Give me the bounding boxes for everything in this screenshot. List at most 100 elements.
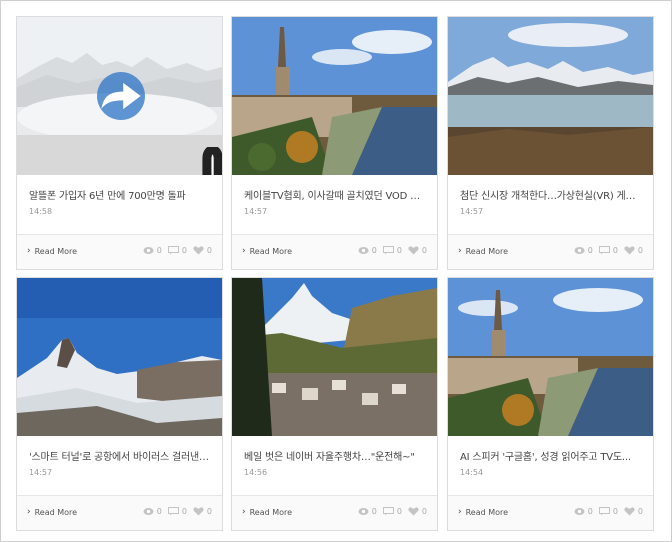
comments-stat[interactable]: 0	[598, 246, 618, 255]
comment-icon	[382, 246, 394, 255]
comments-stat[interactable]: 0	[167, 507, 187, 516]
read-more-link[interactable]: › Read More	[27, 507, 78, 518]
heart-icon	[624, 246, 635, 255]
views-stat[interactable]: 0	[358, 246, 377, 255]
views-count: 0	[587, 246, 593, 255]
news-card[interactable]: '스마트 터널'로 공항에서 바이러스 걸러낸다면... 14:57 › Rea…	[16, 277, 223, 531]
eye-icon	[143, 508, 154, 515]
card-stats: 0 0 0	[574, 507, 643, 516]
card-stats: 0 0 0	[574, 246, 643, 255]
views-stat[interactable]: 0	[574, 246, 593, 255]
card-time: 14:57	[244, 207, 268, 216]
eye-icon	[358, 508, 369, 515]
views-stat[interactable]: 0	[574, 507, 593, 516]
card-thumbnail-town-river-2[interactable]	[448, 278, 653, 436]
card-title[interactable]: AI 스피커 '구글홈', 성경 읽어주고 TV도...	[460, 448, 644, 463]
news-card[interactable]: 알뜰폰 가입자 6년 만에 700만명 돌파 14:58 › Read More…	[16, 16, 223, 270]
comment-icon	[598, 507, 610, 516]
views-stat[interactable]: 0	[143, 507, 162, 516]
news-card[interactable]: AI 스피커 '구글홈', 성경 읽어주고 TV도... 14:54 › Rea…	[447, 277, 654, 531]
card-title[interactable]: 첨단 신시장 개척한다…가상현실(VR) 게임 등...	[460, 187, 644, 202]
chevron-right-icon: ›	[27, 246, 31, 256]
likes-stat[interactable]: 0	[624, 246, 643, 255]
news-card[interactable]: 베일 벗은 네이버 자율주행차…"운전해~" 14:56 › Read More…	[231, 277, 438, 531]
views-stat[interactable]: 0	[143, 246, 162, 255]
read-more-label: Read More	[249, 247, 293, 256]
comments-count: 0	[612, 246, 618, 255]
views-count: 0	[587, 507, 593, 516]
card-title[interactable]: 베일 벗은 네이버 자율주행차…"운전해~"	[244, 448, 428, 463]
card-footer: › Read More 0 0 0	[448, 234, 653, 269]
chevron-right-icon: ›	[458, 507, 462, 517]
views-count: 0	[156, 507, 162, 516]
card-title[interactable]: '스마트 터널'로 공항에서 바이러스 걸러낸다면...	[29, 448, 213, 463]
share-overlay-button[interactable]	[97, 72, 145, 120]
news-card[interactable]: 케이블TV협회, 이사갈때 골치였던 VOD 승계... 14:57 › Rea…	[231, 16, 438, 270]
comments-stat[interactable]: 0	[167, 246, 187, 255]
likes-stat[interactable]: 0	[624, 507, 643, 516]
comment-icon	[598, 246, 610, 255]
likes-count: 0	[206, 246, 212, 255]
read-more-label: Read More	[465, 508, 509, 517]
card-footer: › Read More 0 0 0	[232, 495, 437, 530]
heart-icon	[408, 246, 419, 255]
card-stats: 0 0 0	[143, 246, 212, 255]
likes-stat[interactable]: 0	[193, 246, 212, 255]
read-more-link[interactable]: › Read More	[242, 246, 293, 257]
card-title[interactable]: 알뜰폰 가입자 6년 만에 700만명 돌파	[29, 187, 213, 202]
card-time: 14:56	[244, 468, 268, 477]
views-count: 0	[371, 507, 377, 516]
chevron-right-icon: ›	[242, 246, 246, 256]
comments-count: 0	[181, 507, 187, 516]
views-stat[interactable]: 0	[358, 507, 377, 516]
likes-stat[interactable]: 0	[408, 507, 427, 516]
card-stats: 0 0 0	[358, 246, 427, 255]
heart-icon	[193, 507, 204, 516]
comments-stat[interactable]: 0	[382, 507, 402, 516]
likes-count: 0	[421, 507, 427, 516]
comments-count: 0	[612, 507, 618, 516]
comments-count: 0	[396, 246, 402, 255]
comments-stat[interactable]: 0	[598, 507, 618, 516]
card-stats: 0 0 0	[143, 507, 212, 516]
likes-stat[interactable]: 0	[408, 246, 427, 255]
likes-count: 0	[637, 246, 643, 255]
chevron-right-icon: ›	[242, 507, 246, 517]
read-more-link[interactable]: › Read More	[458, 507, 509, 518]
views-count: 0	[371, 246, 377, 255]
read-more-label: Read More	[249, 508, 293, 517]
eye-icon	[574, 247, 585, 254]
heart-icon	[193, 246, 204, 255]
read-more-link[interactable]: › Read More	[27, 246, 78, 257]
card-thumbnail-town-river[interactable]	[232, 17, 437, 175]
card-thumbnail-mountain-lake[interactable]	[448, 17, 653, 175]
chevron-right-icon: ›	[458, 246, 462, 256]
read-more-label: Read More	[34, 508, 78, 517]
heart-icon	[624, 507, 635, 516]
read-more-label: Read More	[465, 247, 509, 256]
read-more-link[interactable]: › Read More	[458, 246, 509, 257]
card-time: 14:57	[460, 207, 484, 216]
card-thumbnail-lake[interactable]	[17, 17, 222, 175]
likes-count: 0	[421, 246, 427, 255]
news-card[interactable]: 첨단 신시장 개척한다…가상현실(VR) 게임 등... 14:57 › Rea…	[447, 16, 654, 270]
card-thumbnail-zermatt-village[interactable]	[232, 278, 437, 436]
comment-icon	[167, 507, 179, 516]
comment-icon	[167, 246, 179, 255]
card-footer: › Read More 0 0 0	[17, 495, 222, 530]
card-footer: › Read More 0 0 0	[448, 495, 653, 530]
read-more-label: Read More	[34, 247, 78, 256]
eye-icon	[574, 508, 585, 515]
comments-count: 0	[396, 507, 402, 516]
read-more-link[interactable]: › Read More	[242, 507, 293, 518]
chevron-right-icon: ›	[27, 507, 31, 517]
card-title[interactable]: 케이블TV협회, 이사갈때 골치였던 VOD 승계...	[244, 187, 428, 202]
card-footer: › Read More 0 0 0	[232, 234, 437, 269]
card-time: 14:58	[29, 207, 53, 216]
card-time: 14:57	[29, 468, 53, 477]
likes-stat[interactable]: 0	[193, 507, 212, 516]
comments-stat[interactable]: 0	[382, 246, 402, 255]
card-thumbnail-matterhorn[interactable]	[17, 278, 222, 436]
views-count: 0	[156, 246, 162, 255]
card-footer: › Read More 0 0 0	[17, 234, 222, 269]
